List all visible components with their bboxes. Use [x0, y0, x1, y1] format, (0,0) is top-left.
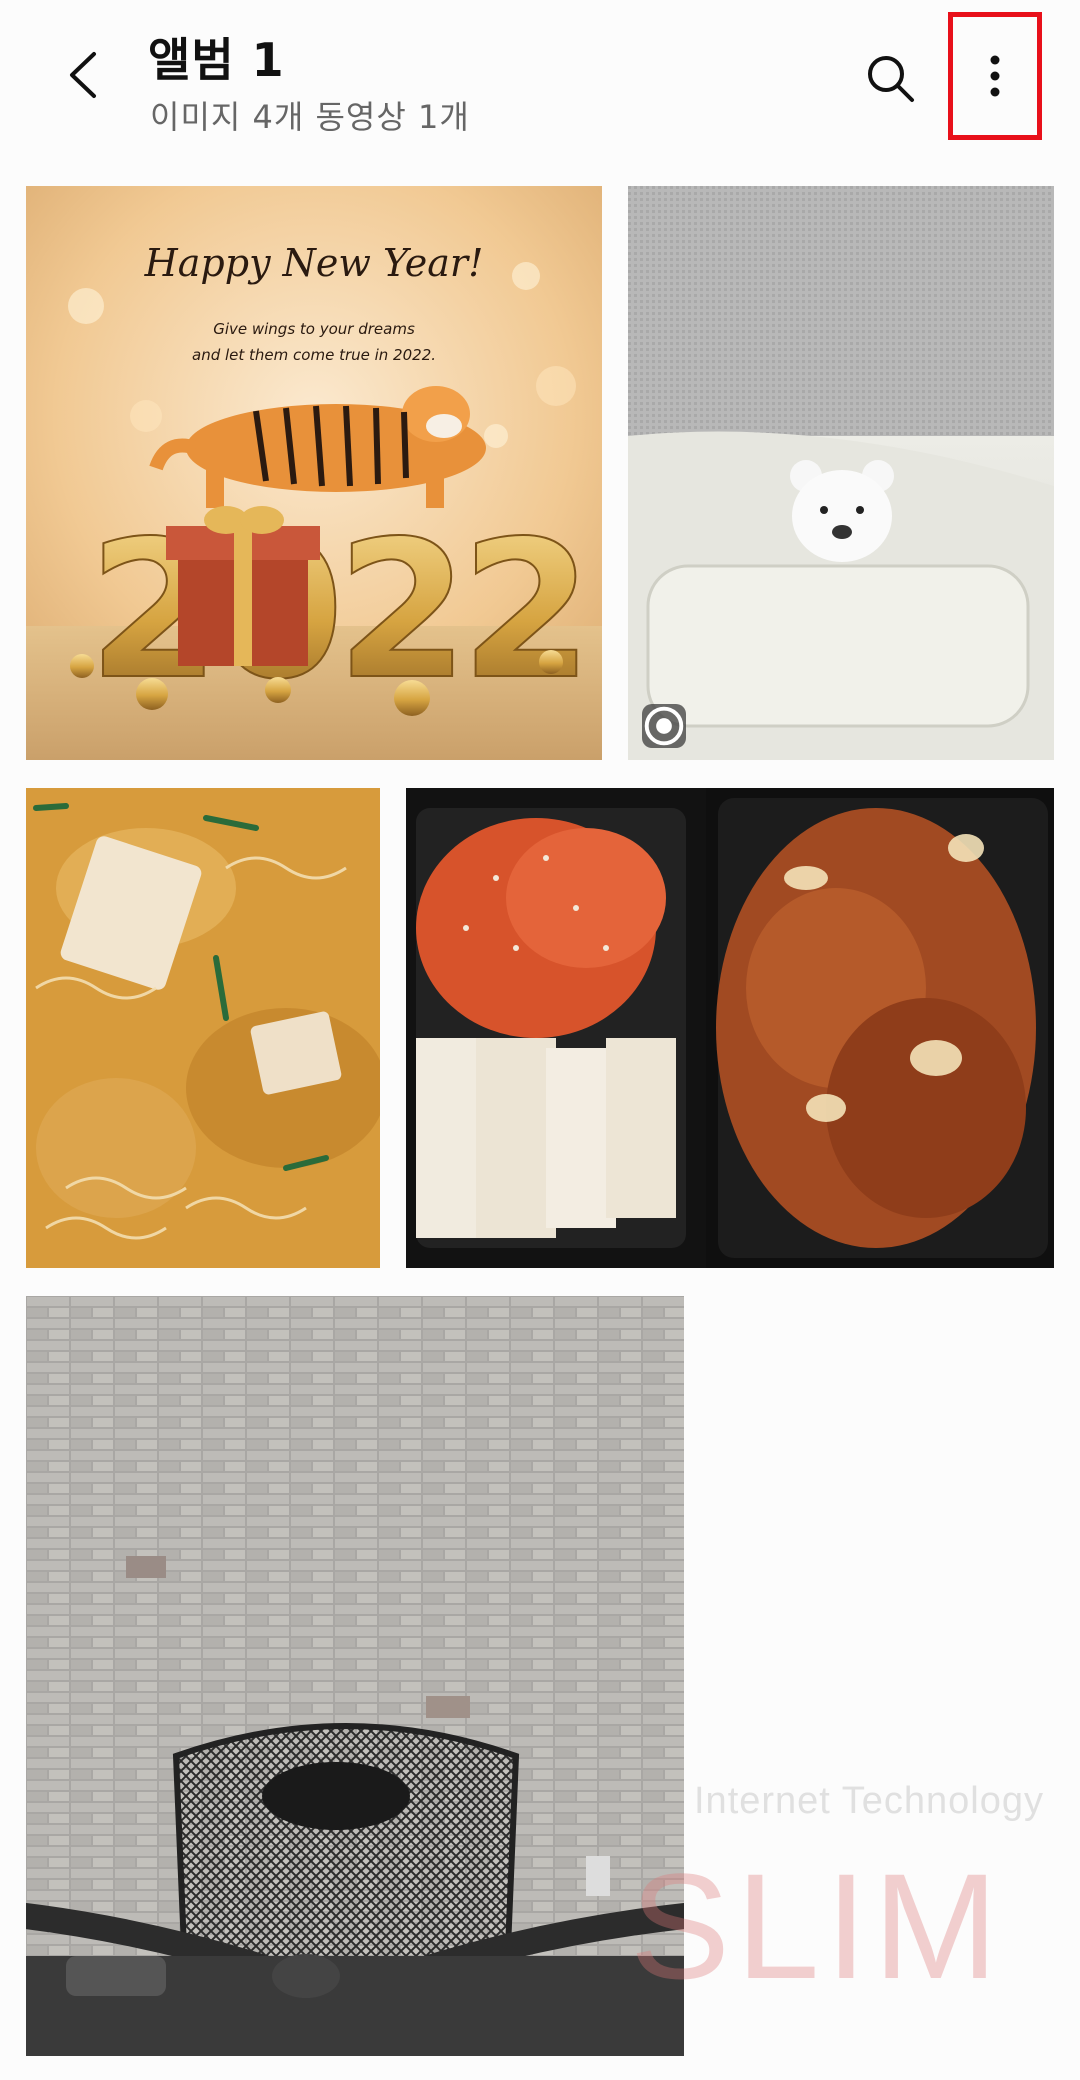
album-title: 앨범 1 — [148, 33, 285, 87]
search-icon — [868, 56, 914, 102]
search-button[interactable] — [858, 46, 922, 110]
stew-image — [26, 788, 380, 1268]
chevron-left-icon — [70, 52, 96, 98]
bear-lamp-video-frame — [628, 186, 1054, 760]
greeting-text: Happy New Year! — [144, 241, 484, 285]
bicycle-pavement-image — [26, 1296, 684, 2056]
thumbnail-bicycle-pavement[interactable] — [26, 1296, 684, 2056]
more-vertical-icon — [990, 55, 1000, 97]
album-header: 앨범 1 이미지 4개 동영상 1개 — [0, 0, 1080, 160]
album-item-count: 이미지 4개 동영상 1개 — [150, 98, 470, 136]
gift-box-illustration — [166, 506, 320, 666]
watermark-brand: SLIM — [630, 1842, 1005, 2010]
watermark-tagline: Internet Technology — [694, 1780, 1044, 1822]
food-containers-image — [406, 788, 1054, 1268]
tofu-slices — [416, 1038, 676, 1238]
video-play-icon — [644, 706, 684, 746]
bear-figure — [790, 460, 894, 562]
thumbnail-stew[interactable] — [26, 788, 380, 1268]
thumbnail-video-bear[interactable] — [628, 186, 1054, 760]
greeting-line-2: and let them come true in 2022. — [192, 346, 436, 364]
greeting-line-1: Give wings to your dreams — [213, 320, 415, 338]
thumbnail-new-year-card[interactable]: Happy New Year! Give wings to your dream… — [26, 186, 602, 760]
more-options-button[interactable] — [948, 12, 1042, 140]
thumbnail-food-containers[interactable] — [406, 788, 1054, 1268]
video-badge — [642, 704, 686, 748]
back-button[interactable] — [54, 40, 114, 110]
new-year-card-image: Happy New Year! Give wings to your dream… — [26, 186, 602, 760]
